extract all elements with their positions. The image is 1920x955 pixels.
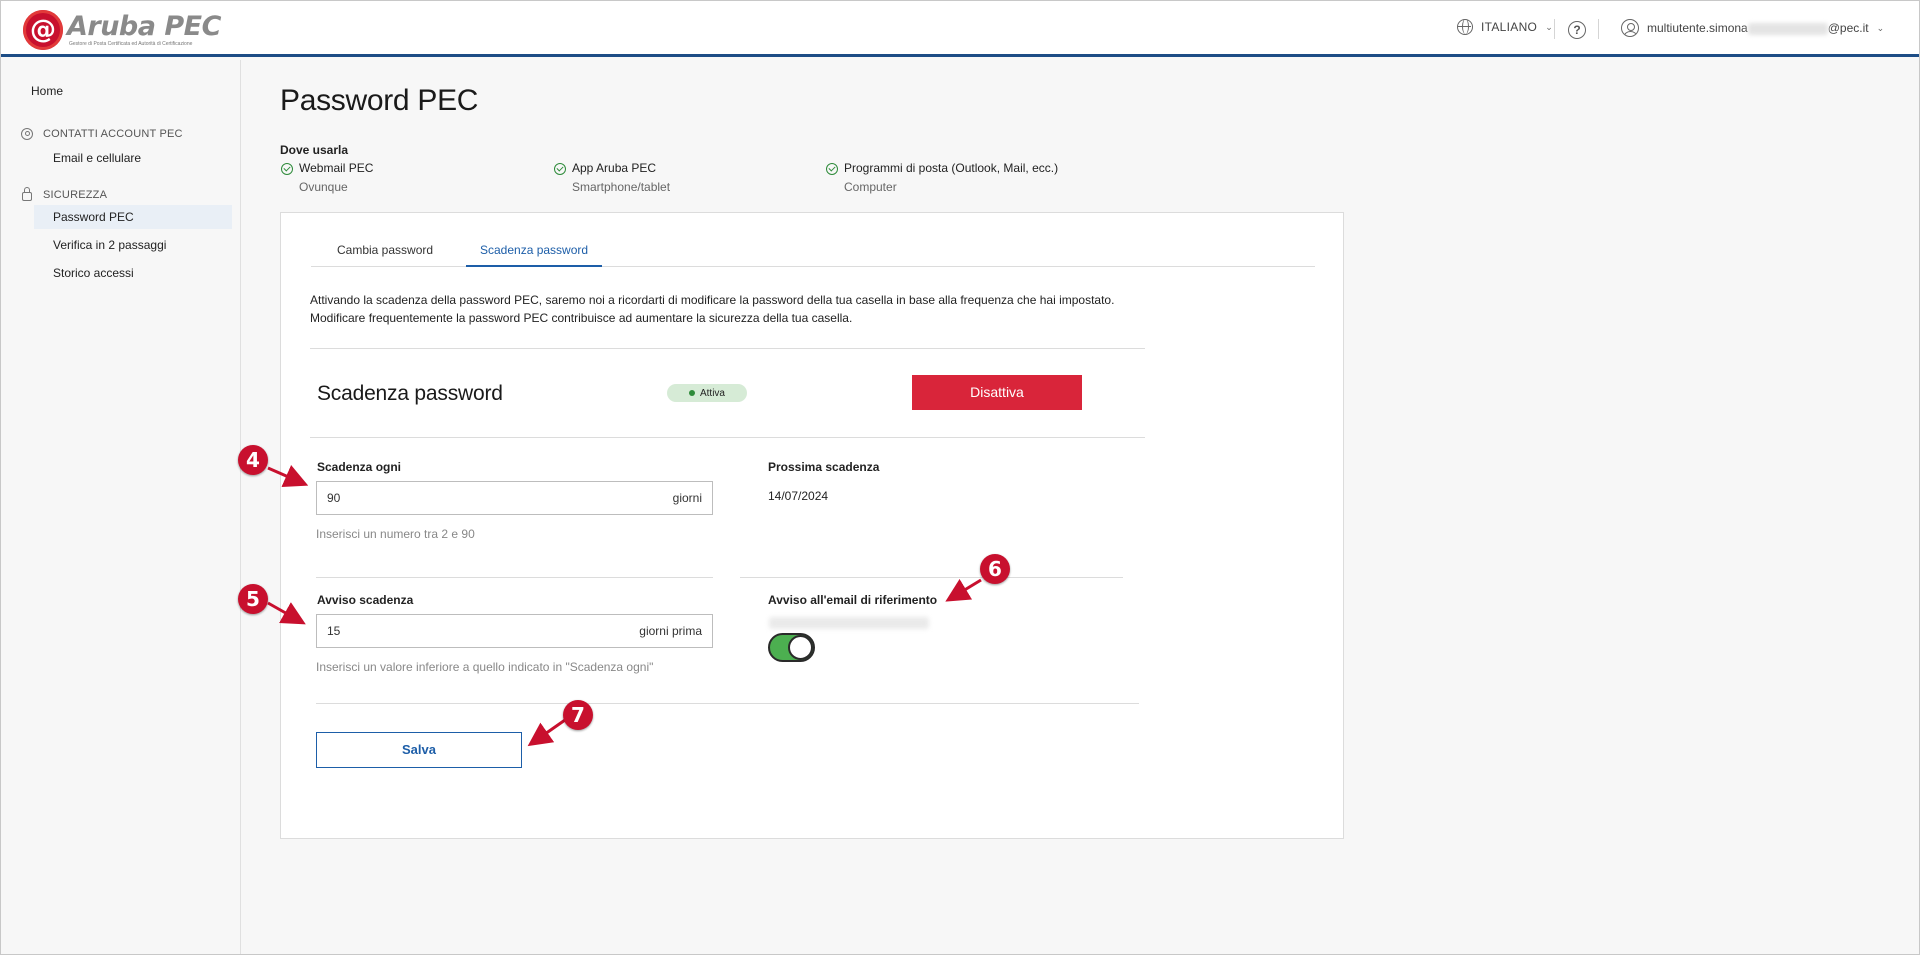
arrow-step-6	[945, 578, 982, 602]
annotation-arrows	[267, 464, 982, 747]
annotation-step-4: 4	[238, 445, 268, 475]
annotation-step-6: 6	[980, 554, 1010, 584]
arrow-step-5	[267, 601, 306, 625]
annotation-step-5: 5	[238, 584, 268, 614]
arrow-step-4	[267, 464, 309, 487]
annotation-step-7: 7	[563, 700, 593, 730]
arrow-step-7	[527, 718, 566, 747]
